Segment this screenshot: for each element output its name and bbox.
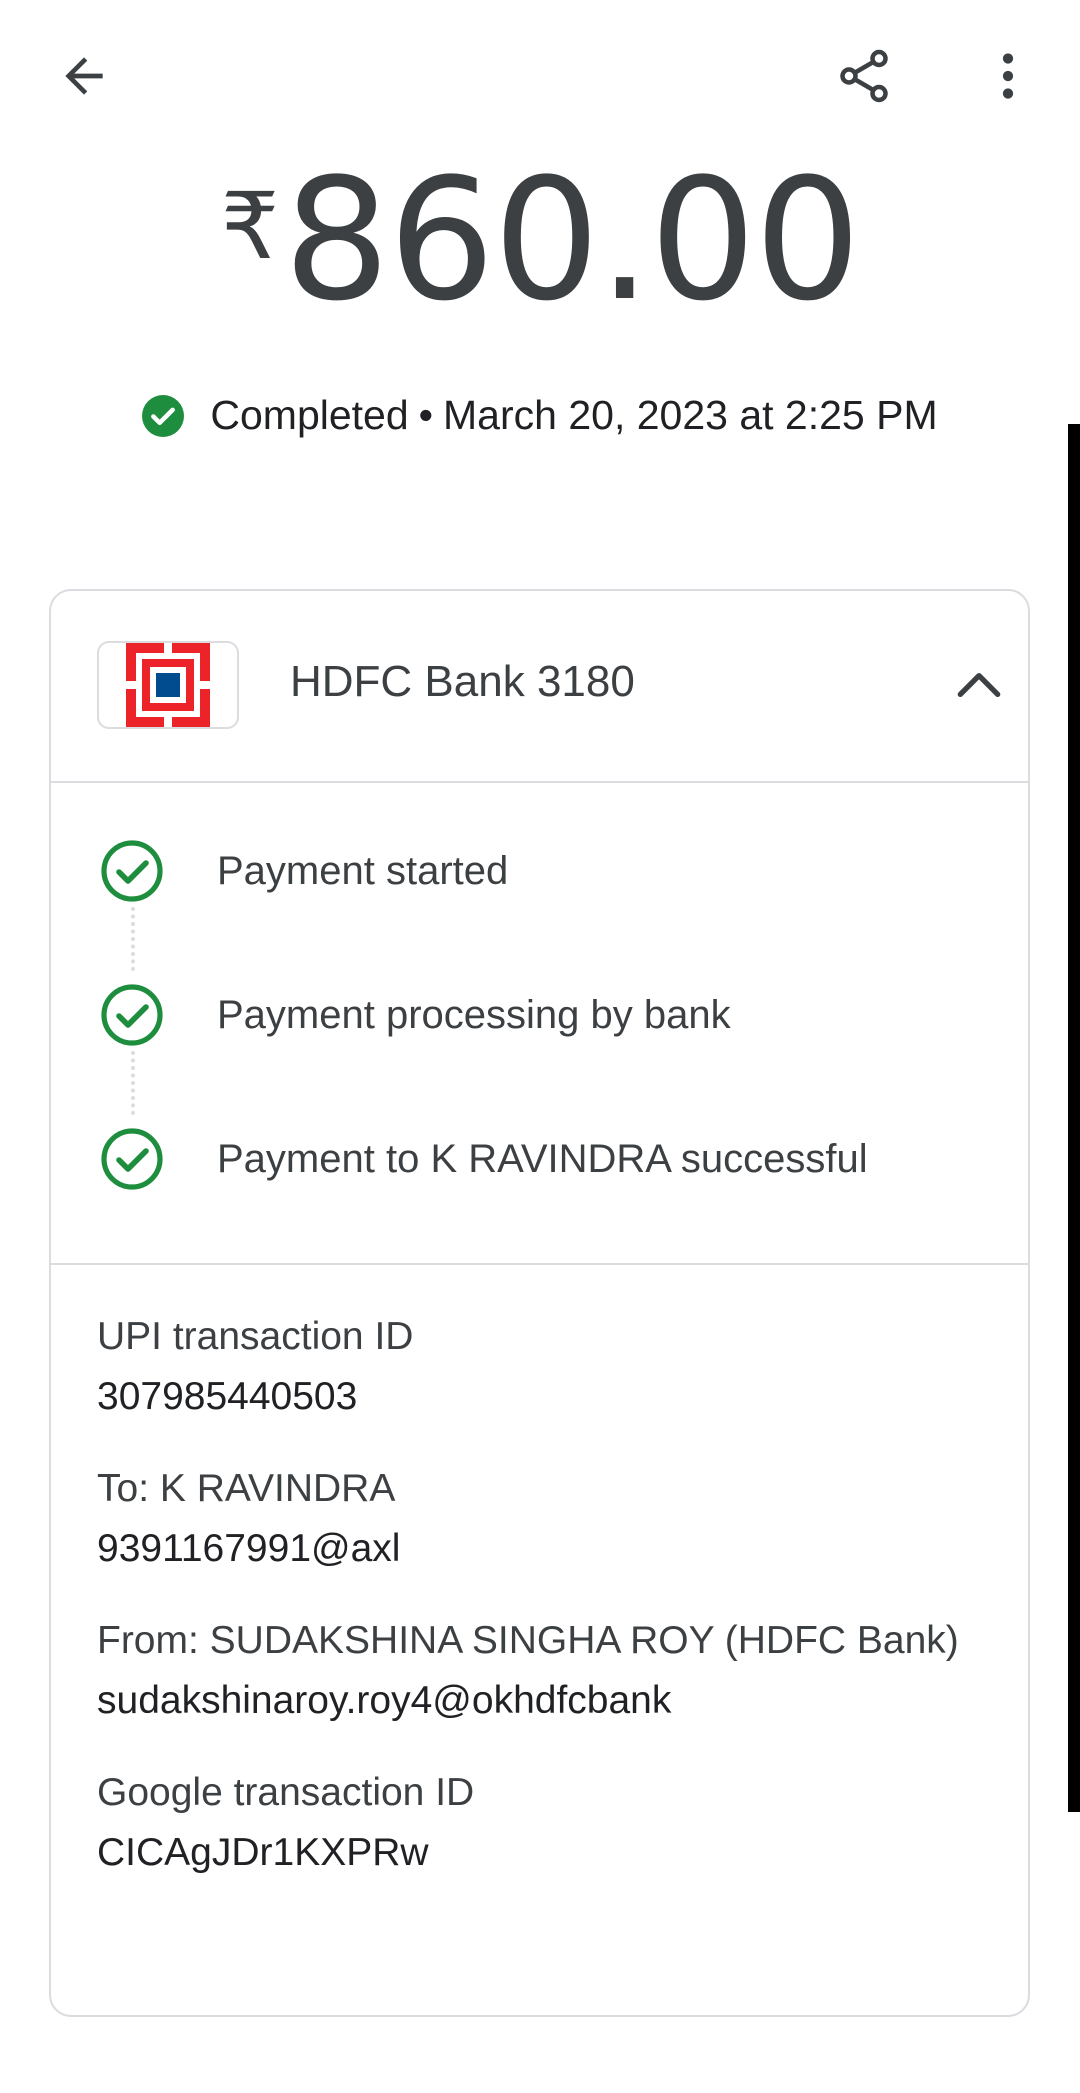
bank-account-name: HDFC Bank 3180 [290,657,635,706]
timeline-connector [131,1051,135,1115]
check-circle-icon [142,394,185,437]
payment-timeline: Payment started Payment processing by ba… [51,783,1028,1265]
timeline-step-label: Payment processing by bank [217,993,731,1037]
payee-info: To: K RAVINDRA 9391167991@axl [97,1459,987,1579]
transaction-details: UPI transaction ID 307985440503 To: K RA… [97,1307,987,1915]
more-vert-icon [1002,53,1014,99]
timeline-step-label: Payment to K RAVINDRA successful [217,1137,868,1181]
google-transaction-id: Google transaction ID CICAgJDr1KXPRw [97,1763,987,1883]
check-circle-outline-icon [101,984,163,1046]
amount-value: 860.00 [283,142,861,338]
payer-info: From: SUDAKSHINA SINGHA ROY (HDFC Bank) … [97,1611,987,1731]
timeline-step: Payment started [51,831,1028,911]
check-circle-outline-icon [101,840,163,902]
more-options-button[interactable] [960,28,1056,124]
upi-transaction-id: UPI transaction ID 307985440503 [97,1307,987,1427]
detail-label: From: SUDAKSHINA SINGHA ROY (HDFC Bank) [97,1619,959,1662]
detail-value[interactable]: CICAgJDr1KXPRw [97,1823,987,1883]
detail-value[interactable]: sudakshinaroy.roy4@okhdfcbank [97,1671,987,1731]
scrollbar[interactable] [1068,424,1080,1812]
timeline-step: Payment to K RAVINDRA successful [51,1119,1028,1199]
status-separator: • [418,392,434,438]
timeline-step: Payment processing by bank [51,975,1028,1055]
payment-amount: ₹860.00 [0,150,1080,330]
timeline-connector [131,907,135,971]
detail-label: Google transaction ID [97,1771,475,1814]
detail-label: UPI transaction ID [97,1315,414,1358]
top-app-bar [0,0,1080,160]
check-circle-outline-icon [101,1128,163,1190]
share-icon [840,49,888,103]
detail-label: To: K RAVINDRA [97,1467,396,1510]
arrow-back-icon [65,57,103,95]
hdfc-bank-logo [126,643,210,727]
share-button[interactable] [816,28,912,124]
payment-status: Completed • March 20, 2023 at 2:25 PM [0,392,1080,439]
back-button[interactable] [36,28,132,124]
transaction-card: HDFC Bank 3180 Payment started Payment p… [49,589,1030,2017]
payment-datetime: March 20, 2023 at 2:25 PM [443,392,938,438]
bank-account-header[interactable]: HDFC Bank 3180 [51,591,1028,783]
currency-symbol: ₹ [220,173,280,280]
detail-value[interactable]: 307985440503 [97,1367,987,1427]
status-text: Completed [210,392,409,438]
chevron-up-icon[interactable] [947,653,1011,717]
detail-value[interactable]: 9391167991@axl [97,1519,987,1579]
timeline-step-label: Payment started [217,849,509,893]
bank-logo [97,641,239,729]
